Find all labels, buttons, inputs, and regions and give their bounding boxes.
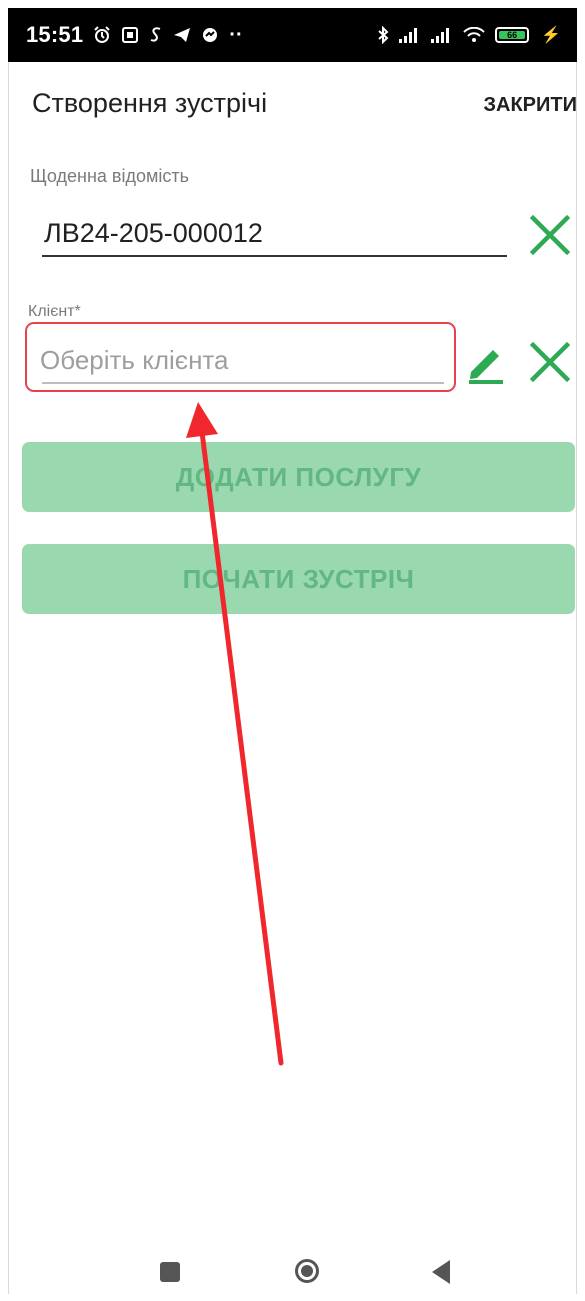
home-icon[interactable] <box>295 1259 319 1283</box>
more-notifications-icon: ·· <box>229 24 243 46</box>
add-service-button[interactable]: ДОДАТИ ПОСЛУГУ <box>22 442 575 512</box>
status-time: 15:51 <box>26 22 84 47</box>
wifi-icon <box>463 27 485 43</box>
daily-sheet-field[interactable]: ЛВ24-205-000012 <box>44 218 263 249</box>
start-meeting-button[interactable]: ПОЧАТИ ЗУСТРІЧ <box>22 544 575 614</box>
battery-icon: 66 <box>495 27 530 43</box>
sim-icon <box>149 26 163 44</box>
bluetooth-icon <box>377 26 389 44</box>
status-bar: 15:51 ·· 66 ⚡ <box>8 8 577 62</box>
page-title: Створення зустрічі <box>32 88 268 118</box>
daily-sheet-underline <box>42 255 507 257</box>
alarm-icon <box>93 26 111 44</box>
signal-icon <box>431 27 453 43</box>
clear-daily-sheet-icon[interactable] <box>528 213 572 257</box>
nfc-icon <box>121 26 139 44</box>
recent-apps-icon[interactable] <box>160 1262 180 1282</box>
close-button[interactable]: ЗАКРИТИ <box>484 94 578 117</box>
signal-icon <box>399 27 421 43</box>
battery-level: 66 <box>499 30 526 40</box>
navigation-bar <box>8 1230 577 1294</box>
daily-sheet-label: Щоденна відомість <box>30 166 189 186</box>
telegram-icon <box>173 27 191 43</box>
charging-icon: ⚡ <box>541 27 561 44</box>
back-icon[interactable] <box>432 1260 450 1284</box>
frame-edge-right <box>576 62 577 1294</box>
messenger-icon <box>201 26 219 44</box>
clear-client-icon[interactable] <box>528 340 572 384</box>
client-label: Клієнт* <box>28 303 81 320</box>
frame-edge-left <box>8 62 9 1294</box>
pencil-icon[interactable] <box>465 342 507 384</box>
annotation-highlight-box <box>25 322 456 392</box>
annotation-arrow <box>186 402 284 1066</box>
